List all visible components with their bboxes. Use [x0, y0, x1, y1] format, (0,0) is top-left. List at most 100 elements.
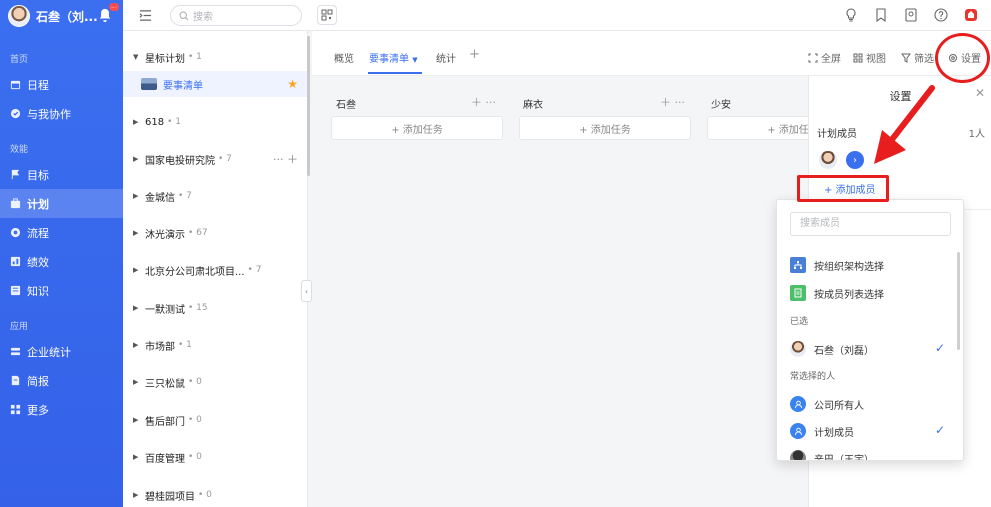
person-icon — [790, 396, 806, 412]
menu-collapse-icon[interactable] — [139, 9, 152, 22]
frequent-member-row[interactable]: 辛巴（王宇） — [790, 448, 950, 460]
members-count: 1人 — [968, 129, 985, 140]
lightbulb-icon[interactable] — [844, 8, 858, 22]
star-icon[interactable]: ★ — [287, 77, 298, 91]
sidebar-item-performance[interactable]: 绩效 — [0, 247, 123, 276]
expand-right-icon: ▶ — [133, 266, 139, 274]
plan-row[interactable]: ▶ 一默测试 • 15 — [123, 295, 308, 321]
plan-row[interactable]: ▶ 百度管理 • 0 — [123, 444, 308, 470]
plan-label: 碧桂园项目 — [145, 491, 195, 503]
sidebar-item-more[interactable]: 更多 — [0, 395, 123, 424]
sidebar-item-schedule[interactable]: 日程 — [0, 70, 123, 99]
plan-group-label: 星标计划 — [145, 53, 185, 65]
grid-icon — [10, 404, 21, 415]
column-actions[interactable]: ＋ ··· — [471, 94, 496, 110]
tab-stats[interactable]: 统计 — [436, 50, 456, 65]
plan-row[interactable]: ▶ 三只松鼠 • 0 — [123, 369, 308, 395]
add-tab-button[interactable]: + — [469, 47, 480, 62]
filter-button[interactable]: 筛选 — [901, 50, 934, 65]
frequent-member-row[interactable]: 公司所有人 — [790, 394, 950, 414]
person-icon — [790, 423, 806, 439]
plan-count-value: 7 — [226, 154, 232, 164]
panel-collapse-handle[interactable]: ‹ — [301, 280, 312, 302]
check-icon: ✓ — [934, 341, 945, 355]
sidebar-item-enterprise-stats[interactable]: 企业统计 — [0, 337, 123, 366]
plan-count: • 0 — [188, 452, 202, 462]
sidebar-item-label: 绩效 — [27, 255, 49, 269]
highlight-circle — [935, 33, 990, 83]
plan-count: • 1 — [188, 52, 202, 62]
frequent-section-label: 常选择的人 — [790, 372, 836, 382]
member-search-input[interactable]: 搜索成员 — [790, 212, 951, 236]
search-icon — [179, 10, 189, 20]
plan-list-scrollbar[interactable] — [307, 36, 310, 176]
add-task-button[interactable]: + 添加任务 — [331, 116, 503, 140]
column-actions[interactable]: ＋ ··· — [660, 94, 685, 110]
plan-row[interactable]: ▶ 碧桂园项目 • 0 — [123, 482, 308, 507]
sidebar-item-goals[interactable]: 目标 — [0, 160, 123, 189]
plan-count-value: 7 — [186, 191, 192, 201]
plan-row[interactable]: ▶ 沐光演示 • 67 — [123, 220, 308, 246]
expand-down-icon: ▼ — [133, 53, 139, 61]
close-icon[interactable]: ✕ — [975, 86, 985, 100]
sidebar-item-collab[interactable]: 与我协作 — [0, 99, 123, 128]
plan-row[interactable]: ▶ 北京分公司肃北项目... • 7 — [123, 257, 308, 283]
select-by-org-option[interactable]: 按组织架构选择 — [790, 255, 950, 275]
dropdown-scrollbar[interactable] — [957, 252, 960, 350]
search-placeholder: 搜索 — [193, 12, 213, 23]
selected-section-label: 已选 — [790, 317, 809, 327]
plan-count: • 7 — [247, 265, 262, 275]
plan-label: 市场部 — [145, 341, 175, 353]
option-label: 按组织架构选择 — [814, 261, 884, 273]
add-task-button[interactable]: + 添加任务 — [519, 116, 691, 140]
sidebar-item-flow[interactable]: 流程 — [0, 218, 123, 247]
selected-member-row[interactable]: 石叁（刘磊） — [790, 339, 950, 359]
user-name: 石叁（刘... — [36, 9, 98, 24]
expand-right-icon: ▶ — [133, 416, 139, 424]
sidebar-item-label: 与我协作 — [27, 107, 71, 121]
plan-count-value: 1 — [186, 340, 192, 350]
avatar — [790, 341, 806, 357]
row-actions[interactable]: ··· ＋ — [273, 151, 298, 167]
plan-row[interactable]: ▶ 618 • 1 — [123, 109, 308, 135]
starred-plans-group[interactable]: ▼ 星标计划 • 1 — [123, 44, 308, 70]
bookmark-icon[interactable] — [874, 8, 888, 22]
search-input[interactable]: 搜索 — [170, 5, 302, 26]
sidebar: 石叁（刘... ... 首页 日程 与我协作 效能 目标 计划 流程 绩效 知识… — [0, 0, 123, 507]
member-name: 计划成员 — [814, 427, 854, 439]
member-avatar[interactable] — [819, 151, 837, 169]
plan-label: 国家电投研究院 — [145, 155, 215, 167]
sidebar-item-plans[interactable]: 计划 — [0, 189, 123, 218]
plan-count: • 0 — [188, 415, 202, 425]
expand-right-icon: ▶ — [133, 491, 139, 499]
fullscreen-button[interactable]: 全屏 — [808, 50, 841, 65]
plan-row[interactable]: ▶ 国家电投研究院 • 7 ··· ＋ — [123, 146, 308, 172]
plan-item-important-list[interactable]: 要事清单 ★ — [123, 71, 308, 97]
contacts-icon[interactable] — [904, 8, 918, 22]
help-icon[interactable] — [934, 8, 948, 22]
plan-list: ▼ 星标计划 • 1 要事清单 ★ ▶ 618 • 1 ▶ 国家电投研究院 • 7 ···… — [123, 31, 308, 507]
avatar[interactable] — [8, 5, 30, 27]
tool-label: 全屏 — [821, 54, 841, 65]
plan-row[interactable]: ▶ 市场部 • 1 — [123, 332, 308, 358]
tab-overview[interactable]: 概览 — [334, 50, 354, 65]
org-chart-icon — [790, 257, 806, 273]
sidebar-item-knowledge[interactable]: 知识 — [0, 276, 123, 305]
briefcase-icon — [10, 198, 21, 209]
tab-label: 要事清单 — [369, 54, 409, 65]
qr-code-button[interactable] — [317, 5, 337, 25]
app-logo-icon[interactable] — [964, 8, 978, 22]
plan-row[interactable]: ▶ 金城信 • 7 — [123, 183, 308, 209]
tab-important-list[interactable]: 要事清单 ▼ — [369, 50, 418, 65]
plan-label: 售后部门 — [145, 416, 185, 428]
sidebar-item-briefing[interactable]: 简报 — [0, 366, 123, 395]
select-by-list-option[interactable]: 按成员列表选择 — [790, 283, 950, 303]
sidebar-item-label: 日程 — [27, 78, 49, 92]
book-icon — [10, 285, 21, 296]
frequent-member-row[interactable]: 计划成员 — [790, 421, 950, 441]
plan-row[interactable]: ▶ 售后部门 • 0 — [123, 407, 308, 433]
members-label: 计划成员 — [817, 129, 857, 140]
view-button[interactable]: 视图 — [853, 50, 886, 65]
plan-thumbnail — [141, 78, 157, 90]
sidebar-item-label: 目标 — [27, 168, 49, 182]
